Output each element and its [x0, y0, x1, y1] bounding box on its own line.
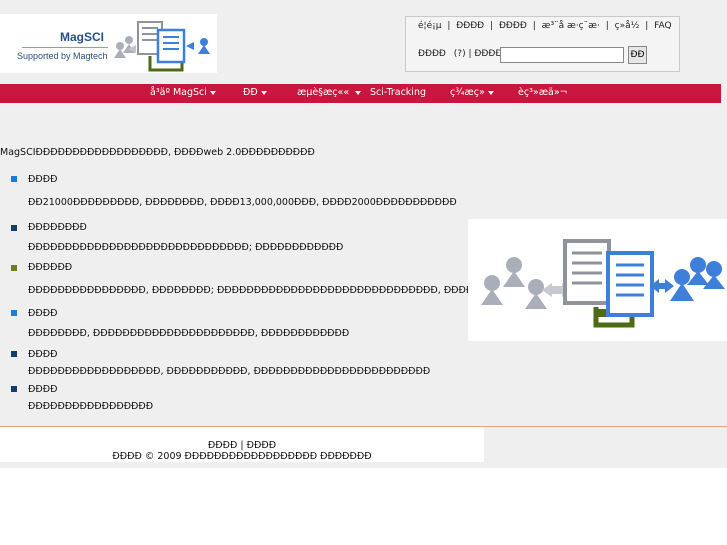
nav-label: Sci-Tracking [370, 87, 426, 98]
bullet-icon [11, 310, 17, 316]
nav-item-contact[interactable]: èç³»æä»¬ [518, 87, 568, 98]
feature-desc: ÐÐ21000ÐÐÐÐÐÐÐÐÐ, ÐÐÐÐÐÐÐÐ, ÐÐÐÐ13,000,0… [28, 197, 457, 208]
go-button[interactable]: ÐÐ [628, 46, 647, 64]
feature-title: ÐÐÐÐ [28, 384, 58, 395]
login-separator: | [468, 49, 472, 59]
sharing-illustration [468, 219, 727, 341]
nav-label: æµè§æç«« [297, 87, 350, 98]
link-separator: | [645, 21, 649, 31]
chevron-down-icon [260, 90, 267, 95]
feature-desc: ÐÐÐÐÐÐÐÐÐÐÐÐÐÐÐÐÐÐ, ÐÐÐÐÐÐÐÐÐÐÐ, ÐÐÐÐÐÐÐ… [28, 366, 431, 377]
feature-desc: ÐÐÐÐÐÐÐÐÐÐÐÐÐÐÐÐÐ [28, 401, 154, 412]
nav-item-2[interactable]: ÐÐ [243, 87, 267, 98]
feature-desc: ÐÐÐÐÐÐÐÐÐÐÐÐÐÐÐÐÐÐÐÐÐÐÐÐÐÐÐÐÐÐ; ÐÐÐÐÐÐÐÐ… [28, 242, 344, 253]
login-row: ÐÐÐÐ (?) | ÐÐÐÐ [418, 49, 502, 59]
bullet-icon [11, 386, 17, 392]
feature-desc: ÐÐÐÐÐÐÐÐÐÐÐÐÐÐÐÐ, ÐÐÐÐÐÐÐÐ; ÐÐÐÐÐÐÐÐÐÐÐÐ… [28, 285, 533, 296]
footer: ÐÐÐÐ | ÐÐÐÐ ÐÐÐÐ © 2009 ÐÐÐÐÐÐÐÐÐÐÐÐÐÐÐÐ… [0, 427, 484, 462]
register-link[interactable]: æ³¨å æ·ç¨æ· [542, 21, 600, 31]
chevron-down-icon [209, 90, 216, 95]
users-sharing-icon [481, 239, 725, 328]
nav-item-browse[interactable]: æµè§æç«« [297, 87, 362, 98]
nav-label: ç¾æç» [450, 87, 485, 98]
nav-label: èç³»æä»¬ [518, 87, 568, 98]
link-separator: | [532, 21, 536, 31]
search-input[interactable] [500, 47, 624, 63]
top-link-3[interactable]: ÐÐÐÐ [499, 21, 527, 31]
top-link-2[interactable]: ÐÐÐÐ [456, 21, 484, 31]
bullet-icon [11, 176, 17, 182]
bullet-icon [11, 351, 17, 357]
nav-item-5[interactable]: ç¾æç» [450, 87, 494, 98]
login-label-2[interactable]: ÐÐÐÐ [474, 49, 502, 59]
bullet-icon [11, 225, 17, 231]
user-panel: é¦é¡µ | ÐÐÐÐ | ÐÐÐÐ | æ³¨å æ·ç¨æ· | ç»å½… [405, 16, 680, 72]
link-separator: | [447, 21, 451, 31]
feature-title: ÐÐÐÐ [28, 349, 58, 360]
feature-title: ÐÐÐÐÐÐ [28, 262, 73, 273]
link-separator: | [605, 21, 609, 31]
feature-desc: ÐÐÐÐÐÐÐÐ, ÐÐÐÐÐÐÐÐÐÐÐÐÐÐÐÐÐÐÐÐÐÐ, ÐÐÐÐÐÐ… [28, 328, 350, 339]
chevron-down-icon [355, 90, 362, 95]
intro-text: MagSCIÐÐÐÐÐÐÐÐÐÐÐÐÐÐÐÐÐÐ, ÐÐÐÐweb 2.0ÐÐÐ… [0, 147, 315, 158]
help-link[interactable]: (?) [454, 49, 466, 59]
chevron-down-icon [487, 90, 494, 95]
logo-graphic-icon [114, 21, 210, 72]
logo-divider [22, 47, 108, 48]
top-links: é¦é¡µ | ÐÐÐÐ | ÐÐÐÐ | æ³¨å æ·ç¨æ· | ç»å½… [418, 21, 675, 31]
feature-title: ÐÐÐÐ [28, 174, 58, 185]
nav-item-about[interactable]: å³äº MagSci [150, 87, 216, 98]
home-link[interactable]: é¦é¡µ [418, 21, 441, 31]
feature-title: ÐÐÐÐ [28, 308, 58, 319]
login-label: ÐÐÐÐ [418, 49, 446, 59]
nav-label: å³äº MagSci [150, 87, 207, 98]
link-separator: | [490, 21, 494, 31]
feature-title: ÐÐÐÐÐÐÐÐ [28, 222, 87, 233]
copyright-text: ÐÐÐÐ © 2009 ÐÐÐÐÐÐÐÐÐÐÐÐÐÐÐÐÐÐ ÐÐÐÐÐÐÐ [112, 451, 372, 462]
faq-link[interactable]: FAQ [654, 21, 671, 31]
site-logo[interactable]: MagSCI Supported by Magtech [0, 14, 217, 73]
logo-tagline: Supported by Magtech [17, 51, 108, 61]
nav-label: ÐÐ [243, 87, 258, 98]
footer-links[interactable]: ÐÐÐÐ | ÐÐÐÐ [0, 440, 484, 451]
login-link[interactable]: ç»å½ [615, 21, 640, 31]
nav-item-sci-tracking[interactable]: Sci-Tracking [370, 87, 426, 98]
logo-title: MagSCI [60, 30, 105, 44]
bullet-icon [11, 265, 17, 271]
main-nav: å³äº MagSci ÐÐ æµè§æç«« Sci-Tracking ç¾æ… [0, 84, 721, 103]
